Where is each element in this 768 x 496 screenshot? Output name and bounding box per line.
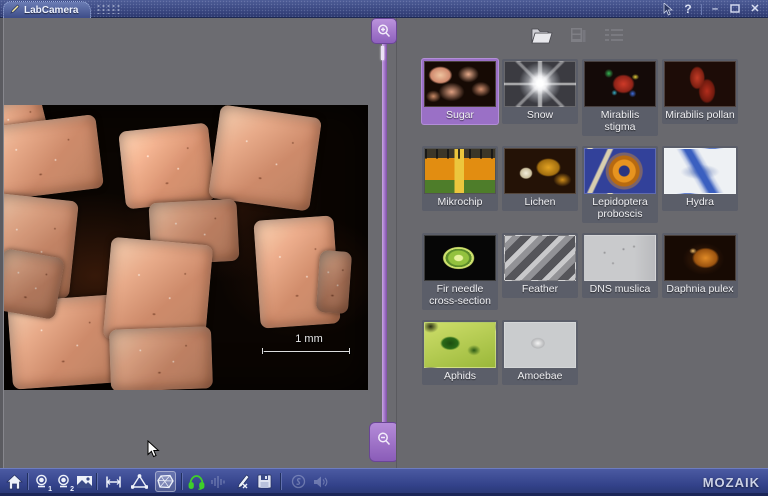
grip-dots-icon[interactable] — [96, 4, 120, 14]
toolbar-separator — [280, 473, 281, 490]
app-title: LabCamera — [24, 5, 78, 16]
gallery-item-label: Daphnia pulex — [664, 281, 736, 296]
pointer-arrow-icon[interactable] — [661, 2, 675, 16]
sync-icon[interactable] — [288, 471, 309, 492]
gallery-item-proboscis[interactable]: Lepidoptera proboscis — [582, 146, 658, 223]
gallery-thumbnail — [664, 235, 736, 281]
annotate-pen-icon[interactable] — [232, 471, 253, 492]
gallery-panel: Sugar Snow Mirabilis stigma Mirabilis po… — [396, 18, 768, 468]
titlebar: LabCamera ? – ✕ — [0, 0, 768, 18]
measure-angle-icon[interactable] — [129, 471, 150, 492]
gallery-item-label: Mikrochip — [424, 194, 496, 209]
save-icon[interactable] — [254, 471, 275, 492]
filmstrip-icon[interactable] — [565, 23, 591, 47]
scale-bar-label: 1 mm — [295, 333, 323, 345]
measure-distance-icon[interactable] — [103, 471, 124, 492]
gallery-item-label: Mirabilis pollan — [664, 107, 736, 122]
gallery-thumbnail — [664, 61, 736, 107]
gallery-item-feather[interactable]: Feather — [502, 233, 578, 298]
toolbar-separator — [27, 473, 28, 490]
specimen-view[interactable]: 1 mm — [4, 105, 368, 390]
gallery-item-amoebae[interactable]: Amoebae — [502, 320, 578, 385]
webcam1-badge: 1 — [48, 486, 52, 493]
headphones-icon[interactable] — [186, 471, 207, 492]
speaker-icon[interactable] — [310, 471, 331, 492]
gallery-thumbnail — [664, 148, 736, 194]
gallery-thumbnail — [584, 235, 656, 281]
zoom-slider-handle[interactable] — [381, 46, 384, 60]
gallery-item-daphnia[interactable]: Daphnia pulex — [662, 233, 738, 298]
gallery-item-label: Amoebae — [504, 368, 576, 383]
gallery-item-label: DNS muslica — [584, 281, 656, 296]
bottom-toolbar: 1 2 MOZAIK — [0, 468, 768, 496]
toolbar-separator — [181, 473, 182, 490]
gallery-item-pollan[interactable]: Mirabilis pollan — [662, 59, 738, 124]
waveform-icon[interactable] — [208, 471, 229, 492]
open-folder-icon[interactable] — [529, 23, 555, 47]
webcam1-icon[interactable]: 1 — [31, 471, 52, 492]
gallery-thumbnail — [504, 61, 576, 107]
gallery-item-label: Snow — [504, 107, 576, 122]
gallery-item-label: Hydra — [664, 194, 736, 209]
home-icon[interactable] — [4, 471, 25, 492]
gallery-thumbnail — [584, 61, 656, 107]
gallery-item-hydra[interactable]: Hydra — [662, 146, 738, 211]
gallery-item-mikrochip[interactable]: Mikrochip — [422, 146, 498, 211]
gallery-item-label: Feather — [504, 281, 576, 296]
gallery-item-lichen[interactable]: Lichen — [502, 146, 578, 211]
gallery-item-label: Aphids — [424, 368, 496, 383]
gallery-thumbnail — [504, 235, 576, 281]
gallery-item-aphids[interactable]: Aphids — [422, 320, 498, 385]
gallery-thumbnail — [424, 322, 496, 368]
mouse-cursor-icon — [147, 440, 160, 464]
gallery-item-dns[interactable]: DNS muslica — [582, 233, 658, 298]
gallery-item-label: Lepidoptera proboscis — [584, 194, 656, 221]
gallery-item-label: Fir needle cross-section — [424, 281, 496, 308]
gallery-item-label: Sugar — [424, 107, 496, 122]
list-view-icon[interactable] — [601, 23, 627, 47]
gallery-item-label: Mirabilis stigma — [584, 107, 656, 134]
gallery-item-sugar[interactable]: Sugar — [422, 59, 498, 124]
app-tab[interactable]: LabCamera — [3, 1, 91, 18]
zoom-out-button[interactable] — [369, 422, 399, 462]
maximize-icon[interactable] — [728, 2, 742, 16]
measure-area-icon[interactable] — [155, 471, 176, 492]
zoom-slider-track[interactable] — [382, 44, 387, 424]
mozaik-logo: MOZAIK — [703, 475, 760, 490]
gallery-thumbnail — [424, 148, 496, 194]
gallery-item-snow[interactable]: Snow — [502, 59, 578, 124]
minimize-icon[interactable]: – — [708, 2, 722, 16]
gallery-thumbnail — [424, 61, 496, 107]
gallery-thumbnail — [424, 235, 496, 281]
toolbar-separator — [96, 473, 97, 490]
webcam2-icon[interactable]: 2 — [53, 471, 74, 492]
gallery-item-label: Lichen — [504, 194, 576, 209]
help-icon[interactable]: ? — [681, 2, 695, 16]
titlebar-separator — [701, 4, 702, 15]
gallery-item-stigma[interactable]: Mirabilis stigma — [582, 59, 658, 136]
gallery-grid: Sugar Snow Mirabilis stigma Mirabilis po… — [422, 59, 746, 407]
gallery-item-fir[interactable]: Fir needle cross-section — [422, 233, 498, 310]
pen-tool-icon — [10, 4, 20, 17]
gallery-thumbnail — [504, 148, 576, 194]
snapshot-icon[interactable] — [74, 471, 95, 492]
gallery-thumbnail — [584, 148, 656, 194]
close-icon[interactable]: ✕ — [748, 2, 762, 16]
gallery-thumbnail — [504, 322, 576, 368]
zoom-in-button[interactable] — [371, 18, 397, 44]
gallery-header — [529, 23, 627, 47]
scale-bar: 1 mm — [262, 333, 356, 354]
